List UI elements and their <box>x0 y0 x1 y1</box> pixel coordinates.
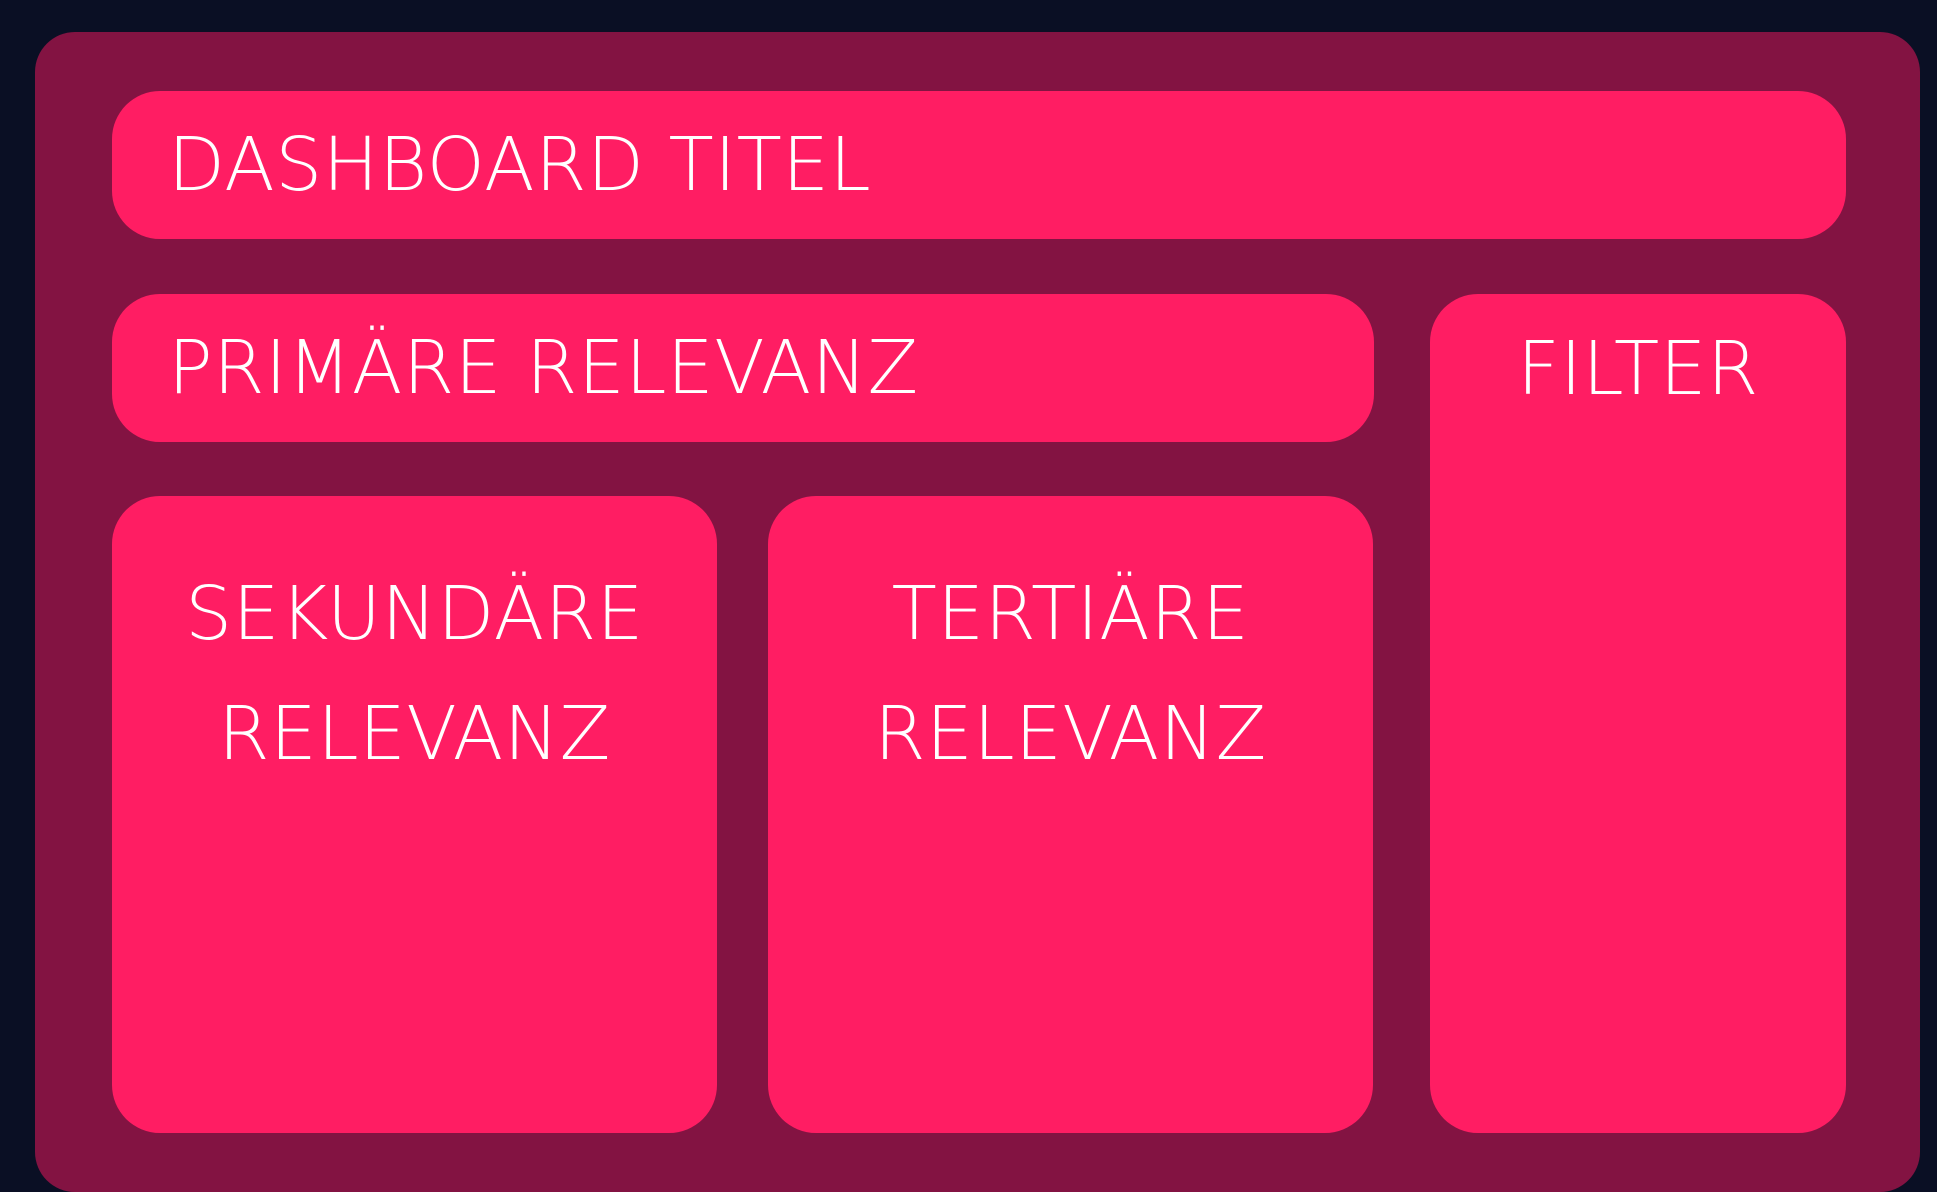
dashboard-title: DASHBOARD TITEL <box>168 122 872 208</box>
tertiary-relevance-label-line1: TERTIÄRE <box>891 571 1250 657</box>
dashboard-title-box: DASHBOARD TITEL <box>112 91 1846 239</box>
filter-label: FILTER <box>1517 326 1759 412</box>
tertiary-relevance-box: TERTIÄRE RELEVANZ <box>768 496 1373 1133</box>
secondary-relevance-label-line1: SEKUNDÄRE <box>185 571 644 657</box>
filter-panel: FILTER <box>1430 294 1846 1133</box>
tertiary-relevance-label-line2: RELEVANZ <box>874 691 1267 777</box>
primary-relevance-label: PRIMÄRE RELEVANZ <box>168 325 919 411</box>
primary-relevance-box: PRIMÄRE RELEVANZ <box>112 294 1374 442</box>
secondary-relevance-box: SEKUNDÄRE RELEVANZ <box>112 496 717 1133</box>
secondary-relevance-label-line2: RELEVANZ <box>218 691 611 777</box>
